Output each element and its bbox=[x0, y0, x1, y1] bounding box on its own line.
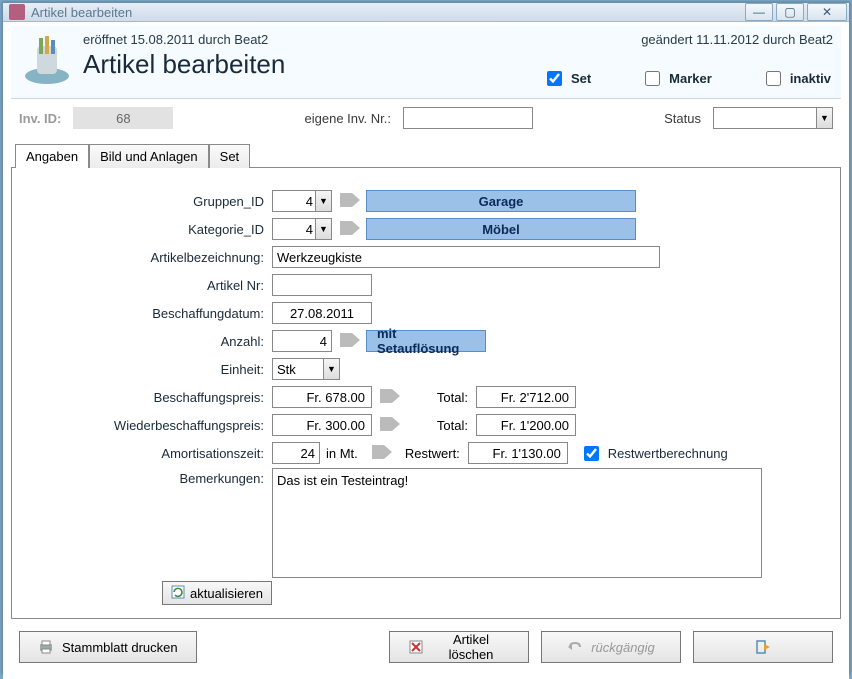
beschpreis-label: Beschaffungspreis: bbox=[32, 390, 272, 405]
kategorie-name: Möbel bbox=[366, 218, 636, 240]
undo-icon bbox=[567, 639, 583, 655]
kategorie-select[interactable]: 4 ▼ bbox=[272, 218, 332, 240]
kategorie-label: Kategorie_ID bbox=[32, 222, 272, 237]
created-info: eröffnet 15.08.2011 durch Beat2 bbox=[83, 32, 268, 47]
chevron-down-icon[interactable]: ▼ bbox=[323, 359, 339, 379]
footer-buttons: Stammblatt drucken Artikel löschen rückg… bbox=[11, 619, 841, 671]
arrow-right-icon bbox=[378, 387, 400, 408]
chevron-down-icon[interactable]: ▼ bbox=[315, 219, 331, 239]
print-icon bbox=[38, 639, 54, 655]
maximize-button[interactable]: ▢ bbox=[776, 3, 804, 21]
bezeichnung-label: Artikelbezeichnung: bbox=[32, 250, 272, 265]
own-inv-input[interactable] bbox=[403, 107, 533, 129]
einheit-label: Einheit: bbox=[32, 362, 272, 377]
restwert-output bbox=[468, 442, 568, 464]
arrow-right-icon bbox=[338, 219, 360, 240]
chevron-down-icon[interactable]: ▼ bbox=[315, 191, 331, 211]
total1-label: Total: bbox=[406, 390, 476, 405]
app-window: Artikel bearbeiten — ▢ ✕ eröffnet 15.08.… bbox=[2, 2, 850, 674]
inaktiv-checkbox-input[interactable] bbox=[766, 71, 781, 86]
artikelnr-label: Artikel Nr: bbox=[32, 278, 272, 293]
tab-panel-angaben: Gruppen_ID 4 ▼ Garage Kategorie_ID 4 ▼ M… bbox=[11, 167, 841, 619]
stammblatt-drucken-button[interactable]: Stammblatt drucken bbox=[19, 631, 197, 663]
delete-icon bbox=[408, 639, 424, 655]
inv-id-label: Inv. ID: bbox=[19, 111, 61, 126]
bemerkungen-textarea[interactable] bbox=[272, 468, 762, 578]
flag-checkboxes: Set Marker inaktiv bbox=[543, 68, 831, 89]
app-icon bbox=[19, 32, 75, 88]
beschdatum-input[interactable] bbox=[272, 302, 372, 324]
beschpreis-input[interactable] bbox=[272, 386, 372, 408]
marker-checkbox[interactable]: Marker bbox=[641, 68, 712, 89]
bemerkungen-label: Bemerkungen: bbox=[32, 468, 272, 486]
marker-checkbox-input[interactable] bbox=[645, 71, 660, 86]
restwert-label: Restwert: bbox=[398, 446, 468, 461]
minimize-button[interactable]: — bbox=[745, 3, 773, 21]
aktualisieren-button[interactable]: aktualisieren bbox=[162, 581, 272, 605]
wiederbesch-input[interactable] bbox=[272, 414, 372, 436]
titlebar: Artikel bearbeiten — ▢ ✕ bbox=[3, 3, 849, 22]
amort-unit: in Mt. bbox=[320, 446, 364, 461]
arrow-right-icon bbox=[338, 191, 360, 212]
gruppen-select[interactable]: 4 ▼ bbox=[272, 190, 332, 212]
arrow-right-icon bbox=[378, 415, 400, 436]
inv-id-field bbox=[73, 107, 173, 129]
tab-bild-anlagen[interactable]: Bild und Anlagen bbox=[89, 144, 209, 168]
bezeichnung-input[interactable] bbox=[272, 246, 660, 268]
status-select[interactable]: ▼ bbox=[713, 107, 833, 129]
artikel-loeschen-button[interactable]: Artikel löschen bbox=[389, 631, 529, 663]
arrow-right-icon bbox=[370, 443, 392, 464]
window-title: Artikel bearbeiten bbox=[31, 5, 745, 20]
anzahl-input[interactable] bbox=[272, 330, 332, 352]
exit-button[interactable] bbox=[693, 631, 833, 663]
beschdatum-label: Beschaffungdatum: bbox=[32, 306, 272, 321]
tab-bar: Angaben Bild und Anlagen Set bbox=[15, 143, 841, 167]
total2-output bbox=[476, 414, 576, 436]
exit-icon bbox=[755, 639, 771, 655]
header: eröffnet 15.08.2011 durch Beat2 geändert… bbox=[11, 26, 841, 99]
amort-input[interactable] bbox=[272, 442, 320, 464]
chevron-down-icon[interactable]: ▼ bbox=[816, 108, 832, 128]
restwertcalc-checkbox[interactable]: Restwertberechnung bbox=[580, 443, 728, 464]
arrow-right-icon bbox=[338, 331, 360, 352]
refresh-icon bbox=[171, 585, 185, 602]
tab-angaben[interactable]: Angaben bbox=[15, 144, 89, 168]
setaufloesung-badge: mit Setauflösung bbox=[366, 330, 486, 352]
own-inv-label: eigene Inv. Nr.: bbox=[305, 111, 391, 126]
anzahl-label: Anzahl: bbox=[32, 334, 272, 349]
wiederbesch-label: Wiederbeschaffungspreis: bbox=[32, 418, 272, 433]
total2-label: Total: bbox=[406, 418, 476, 433]
close-button[interactable]: ✕ bbox=[807, 3, 847, 21]
inventory-row: Inv. ID: eigene Inv. Nr.: Status ▼ bbox=[11, 99, 841, 139]
app-icon-small bbox=[9, 4, 25, 20]
inaktiv-checkbox[interactable]: inaktiv bbox=[762, 68, 831, 89]
set-checkbox[interactable]: Set bbox=[543, 68, 591, 89]
modified-info: geändert 11.11.2012 durch Beat2 bbox=[641, 32, 833, 47]
total1-output bbox=[476, 386, 576, 408]
rueckgaengig-button[interactable]: rückgängig bbox=[541, 631, 681, 663]
set-checkbox-input[interactable] bbox=[547, 71, 562, 86]
gruppen-name: Garage bbox=[366, 190, 636, 212]
content-area: eröffnet 15.08.2011 durch Beat2 geändert… bbox=[3, 22, 849, 679]
artikelnr-input[interactable] bbox=[272, 274, 372, 296]
gruppen-label: Gruppen_ID bbox=[32, 194, 272, 209]
amort-label: Amortisationszeit: bbox=[32, 446, 272, 461]
status-label: Status bbox=[664, 111, 701, 126]
restwertcalc-checkbox-input[interactable] bbox=[584, 446, 599, 461]
tab-set[interactable]: Set bbox=[209, 144, 251, 168]
einheit-select[interactable]: Stk ▼ bbox=[272, 358, 340, 380]
